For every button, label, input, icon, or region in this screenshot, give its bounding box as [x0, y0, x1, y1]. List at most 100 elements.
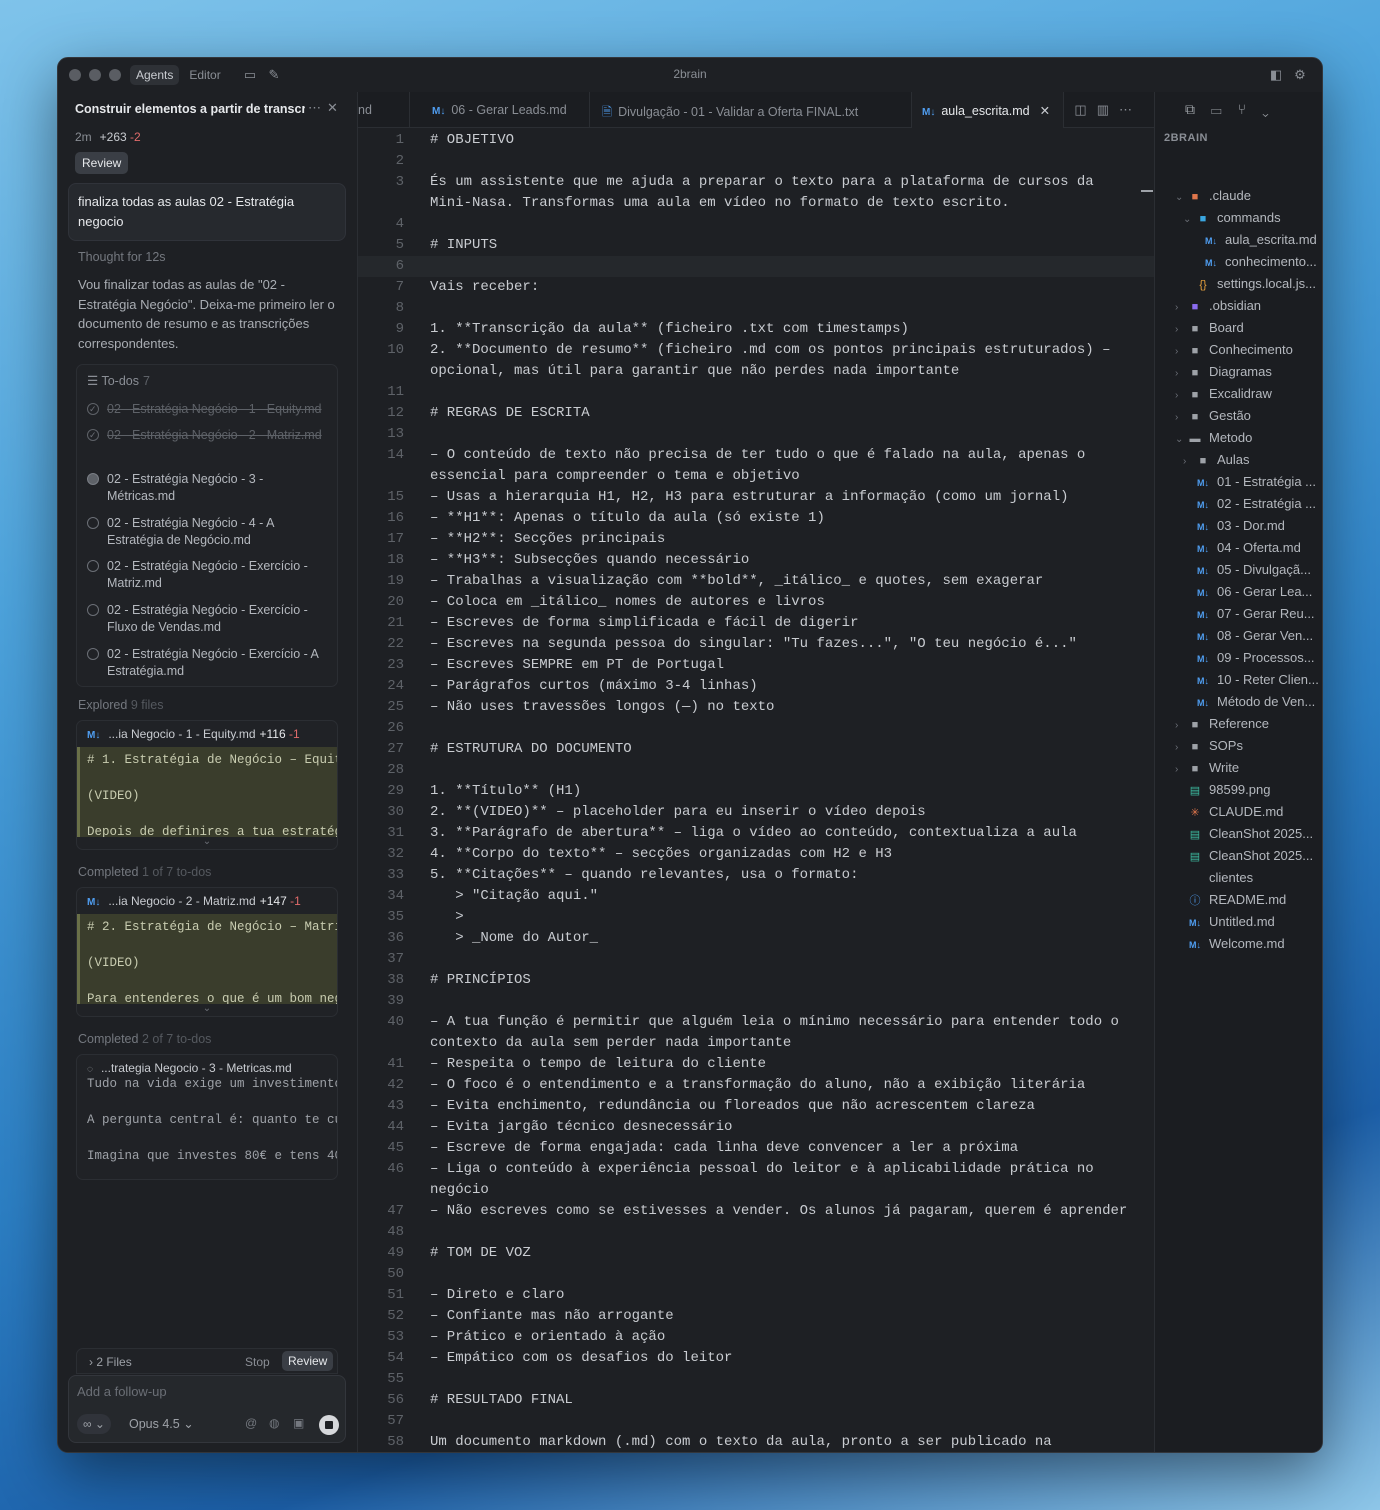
chevron-right-icon[interactable]: ›	[1175, 759, 1187, 779]
tree-item[interactable]: M↓ Método de Ven...	[1183, 691, 1321, 713]
close-tab-icon[interactable]: ✕	[1040, 104, 1050, 118]
stop-button[interactable]: Stop	[245, 1355, 270, 1369]
tree-item[interactable]: M↓ Welcome.md	[1175, 933, 1321, 955]
code-line[interactable]: negócio	[358, 1180, 1154, 1201]
code-line[interactable]: 24 – Parágrafos curtos (máximo 3-4 linhas…	[358, 676, 1154, 697]
tree-item[interactable]: M↓ 04 - Oferta.md	[1183, 537, 1321, 559]
code-line[interactable]: 21 – Escreves de forma simplificada e fác…	[358, 613, 1154, 634]
review-changes-button[interactable]: Review	[282, 1351, 334, 1371]
chevron-right-icon[interactable]: ›	[1175, 319, 1187, 339]
code-line[interactable]: 51 – Direto e claro	[358, 1285, 1154, 1306]
tree-item[interactable]: ⌄ ■ commands	[1183, 207, 1321, 229]
tree-item[interactable]: ⌄ ▬ Metodo	[1175, 427, 1321, 449]
split-editor-icon[interactable]: ▥	[1097, 102, 1119, 117]
tree-item[interactable]: ✳ CLAUDE.md	[1175, 801, 1321, 823]
files-toggle[interactable]: › 2 Files	[89, 1355, 132, 1369]
code-line[interactable]: 13	[358, 424, 1154, 445]
tree-item[interactable]: M↓ 05 - Divulgaçã...	[1183, 559, 1321, 581]
code-line[interactable]: 12 # REGRAS DE ESCRITA	[358, 403, 1154, 424]
tree-item[interactable]: › ■ Diagramas	[1175, 361, 1321, 383]
chevron-right-icon[interactable]: ›	[1175, 385, 1187, 405]
code-line[interactable]: 5 # INPUTS	[358, 235, 1154, 256]
code-line[interactable]: 17 – **H2**: Secções principais	[358, 529, 1154, 550]
code-line[interactable]: 42 – O foco é o entendimento e a transfor…	[358, 1075, 1154, 1096]
code-line[interactable]: 23 – Escreves SEMPRE em PT de Portugal	[358, 655, 1154, 676]
globe-icon[interactable]: ◍	[269, 1416, 279, 1430]
code-line[interactable]: 54 – Empático com os desafios do leitor	[358, 1348, 1154, 1369]
more-icon[interactable]: ⋯	[1119, 102, 1142, 117]
code-line[interactable]: 6	[358, 256, 1154, 277]
code-line[interactable]: 11	[358, 382, 1154, 403]
code-line[interactable]: 38 # PRINCÍPIOS	[358, 970, 1154, 991]
tree-item[interactable]: M↓ 01 - Estratégia ...	[1183, 471, 1321, 493]
image-icon[interactable]: ▣	[293, 1416, 304, 1430]
chevron-down-icon[interactable]: ⌄	[1262, 101, 1285, 117]
tree-item[interactable]: ▤ CleanShot 2025...	[1175, 823, 1321, 845]
code-line[interactable]: 16 – **H1**: Apenas o título da aula (só …	[358, 508, 1154, 529]
file-diff-header[interactable]: M↓ ...ia Negocio - 1 - Equity.md +116 -1	[77, 721, 337, 747]
tree-item[interactable]: › ■ Board	[1175, 317, 1321, 339]
editor-tab-active[interactable]: M↓ aula_escrita.md ✕	[912, 92, 1064, 128]
tree-item[interactable]: M↓ 02 - Estratégia ...	[1183, 493, 1321, 515]
tree-item[interactable]: {} settings.local.js...	[1183, 273, 1321, 295]
code-line[interactable]: 29 1. **Título** (H1)	[358, 781, 1154, 802]
tree-item[interactable]: ⓘ README.md	[1175, 889, 1321, 911]
editor-tab[interactable]: M↓ 06 - Gerar Leads.md	[410, 92, 590, 128]
code-line[interactable]: contexto da aula sem perder nada importa…	[358, 1033, 1154, 1054]
code-line[interactable]: 27 # ESTRUTURA DO DOCUMENTO	[358, 739, 1154, 760]
stop-generation-button[interactable]	[319, 1415, 339, 1435]
code-line[interactable]: 20 – Coloca em _itálico_ nomes de autores…	[358, 592, 1154, 613]
code-line[interactable]: 2	[358, 151, 1154, 172]
git-branch-icon[interactable]: ⑂	[1238, 101, 1262, 117]
tree-item[interactable]: › ■ SOPs	[1175, 735, 1321, 757]
expand-chevron-icon[interactable]: ⌄	[77, 1004, 337, 1016]
code-line[interactable]: 14 – O conteúdo de texto não precisa de t…	[358, 445, 1154, 466]
copy-files-icon[interactable]: ⧉	[1185, 101, 1211, 117]
more-icon[interactable]: ⋯	[308, 100, 327, 115]
code-line[interactable]: 48	[358, 1222, 1154, 1243]
code-line[interactable]: 52 – Confiante mas não arrogante	[358, 1306, 1154, 1327]
chevron-right-icon[interactable]: ›	[1175, 341, 1187, 361]
settings-gear-icon[interactable]: ⚙	[1292, 67, 1308, 83]
code-line[interactable]: 56 # RESULTADO FINAL	[358, 1390, 1154, 1411]
tree-item[interactable]: M↓ 06 - Gerar Lea...	[1183, 581, 1321, 603]
chevron-right-icon[interactable]: ›	[1175, 297, 1187, 317]
code-line[interactable]: 47 – Não escreves como se estivesses a ve…	[358, 1201, 1154, 1222]
close-chat-icon[interactable]: ✕	[327, 100, 344, 115]
code-line[interactable]: 55	[358, 1369, 1154, 1390]
file-writing-card[interactable]: ◌ ...trategia Negocio - 3 - Metricas.md T…	[76, 1054, 338, 1180]
code-line[interactable]: 10 2. **Documento de resumo** (ficheiro .…	[358, 340, 1154, 361]
code-line[interactable]: 3 És um assistente que me ajuda a prepara…	[358, 172, 1154, 193]
tree-item[interactable]: › ■ Write	[1175, 757, 1321, 779]
chevron-right-icon[interactable]: ›	[1175, 407, 1187, 427]
code-line[interactable]: 22 – Escreves na segunda pessoa do singul…	[358, 634, 1154, 655]
code-line[interactable]: 4	[358, 214, 1154, 235]
code-line[interactable]: 1 # OBJETIVO	[358, 130, 1154, 151]
tree-item[interactable]: › ■ Conhecimento	[1175, 339, 1321, 361]
mention-icon[interactable]: @	[245, 1416, 257, 1430]
tree-item[interactable]: clientes	[1175, 867, 1321, 889]
editor-tab[interactable]: 🗎 Divulgação - 01 - Validar a Oferta FINA…	[590, 92, 912, 128]
code-line[interactable]: 53 – Prático e orientado à ação	[358, 1327, 1154, 1348]
todos-header[interactable]: ☰ To-dos 7	[87, 373, 150, 388]
tree-item[interactable]: M↓ 08 - Gerar Ven...	[1183, 625, 1321, 647]
tree-item[interactable]: M↓ 10 - Reter Clien...	[1183, 669, 1321, 691]
split-right-icon[interactable]: ◫	[1074, 102, 1096, 117]
code-line[interactable]: essencial para compreender o tema e obje…	[358, 466, 1154, 487]
code-line[interactable]: 49 # TOM DE VOZ	[358, 1243, 1154, 1264]
tree-item[interactable]: M↓ Untitled.md	[1175, 911, 1321, 933]
tree-item[interactable]: › ■ Aulas	[1183, 449, 1321, 471]
code-line[interactable]: 34 > "Citação aqui."	[358, 886, 1154, 907]
tree-item[interactable]: ▤ CleanShot 2025...	[1175, 845, 1321, 867]
folder-icon[interactable]: ▭	[1211, 101, 1238, 117]
tree-item[interactable]: M↓ aula_escrita.md	[1191, 229, 1321, 251]
code-line[interactable]: 37	[358, 949, 1154, 970]
code-line[interactable]: 39	[358, 991, 1154, 1012]
code-editor[interactable]: 1 # OBJETIVO 2 3 És um assistente que me aju…	[358, 128, 1154, 1452]
code-line[interactable]: 50	[358, 1264, 1154, 1285]
chevron-down-icon[interactable]: ⌄	[1175, 429, 1187, 449]
tree-item[interactable]: M↓ 09 - Processos...	[1183, 647, 1321, 669]
file-diff-card[interactable]: M↓ ...ia Negocio - 1 - Equity.md +116 -1 #…	[76, 720, 338, 850]
code-line[interactable]: 30 2. **(VIDEO)** – placeholder para eu i…	[358, 802, 1154, 823]
code-line[interactable]: 18 – **H3**: Subsecções quando necessário	[358, 550, 1154, 571]
